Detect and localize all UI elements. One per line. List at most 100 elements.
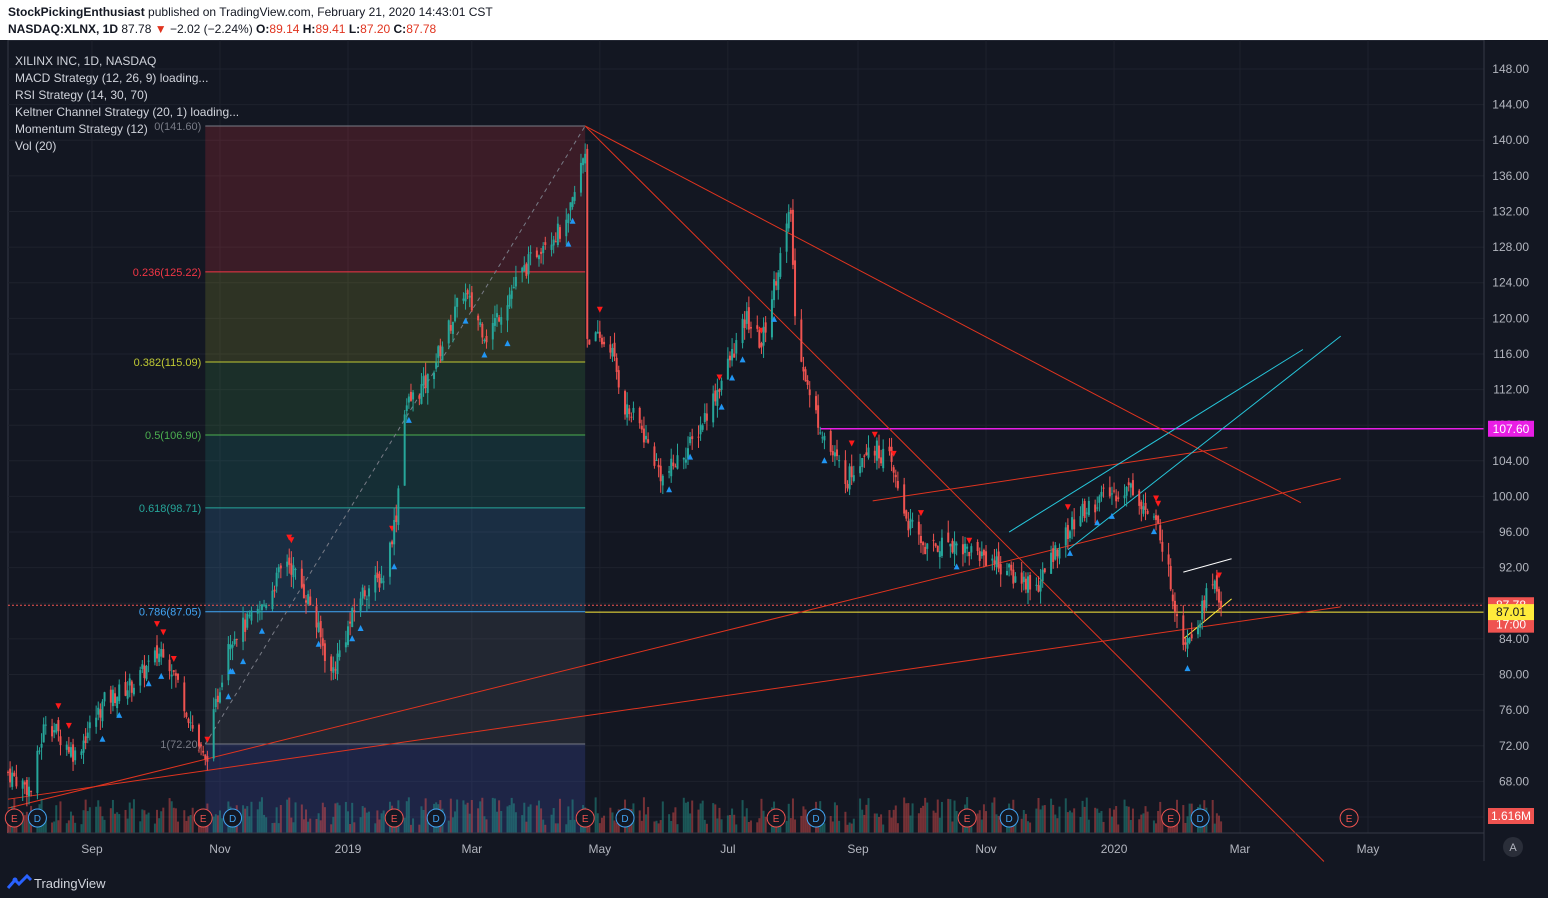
candle-body (1117, 497, 1120, 499)
candle-body (156, 645, 159, 659)
volume-bar (697, 809, 700, 833)
candle-body (993, 560, 996, 564)
volume-bar (141, 809, 144, 833)
candle-body (877, 445, 880, 459)
candle-body (861, 458, 864, 467)
author-name[interactable]: StockPickingEnthusiast (8, 5, 145, 19)
candle-body (265, 604, 268, 609)
candle-body (128, 678, 131, 686)
candle-body (647, 439, 650, 443)
volume-bar (116, 812, 119, 833)
volume-bar (844, 811, 847, 833)
candle-body (922, 542, 925, 546)
volume-bar (493, 798, 496, 833)
candle-body (896, 480, 899, 489)
candle-body (976, 542, 979, 552)
volume-bar (934, 812, 937, 833)
candle-body (374, 574, 377, 593)
volume-bar (1020, 818, 1023, 833)
volume-bar (1115, 806, 1118, 833)
candle-body (290, 563, 293, 575)
candle-body (676, 455, 679, 469)
event-marker-label: E (773, 814, 780, 825)
legend-volume[interactable]: Vol (20) (15, 138, 239, 155)
volume-bar (731, 808, 734, 833)
candle-body (1041, 569, 1044, 581)
candle-body (74, 750, 77, 761)
volume-bar (177, 821, 179, 833)
candle-body (552, 239, 555, 246)
candle-body (412, 392, 415, 400)
volume-bar (51, 822, 54, 833)
volume-bar (573, 819, 576, 833)
candle-body (540, 251, 543, 254)
candle-body (286, 561, 289, 567)
candle-body (479, 322, 482, 325)
volume-bar (1113, 809, 1116, 833)
candle-body (980, 551, 983, 557)
volume-bar (279, 805, 282, 833)
legend-macd[interactable]: MACD Strategy (12, 26, 9) loading... (15, 70, 239, 87)
volume-bar (867, 798, 870, 833)
volume-bar (59, 801, 62, 833)
candle-body (903, 484, 906, 514)
event-marker-label: E (1167, 814, 1174, 825)
candle-body (153, 650, 156, 663)
volume-bar (976, 813, 979, 833)
candle-body (1201, 600, 1204, 620)
volume-bar (214, 814, 217, 833)
candle-body (556, 223, 559, 246)
candle-body (642, 428, 645, 443)
volume-bar (760, 798, 763, 833)
candle-body (86, 732, 89, 739)
volume-bar (1073, 808, 1076, 833)
volume-bar (464, 804, 467, 833)
volume-bar (1037, 797, 1040, 833)
price-chart[interactable]: 0(141.60)0.236(125.22)0.382(115.09)0.5(1… (0, 40, 1548, 868)
candle-body (1054, 545, 1057, 560)
candle-body (1085, 512, 1088, 514)
volume-bar (743, 816, 746, 833)
low-value: 87.20 (360, 22, 391, 36)
price-tag-label: 87.01 (1496, 605, 1526, 619)
candle-body (565, 219, 568, 237)
candle-body (441, 346, 444, 361)
volume-bar (661, 801, 664, 833)
candle-body (170, 674, 173, 677)
legend-momentum[interactable]: Momentum Strategy (12) (15, 121, 239, 138)
volume-bar (1217, 815, 1220, 833)
candle-body (919, 535, 922, 544)
volume-bar (145, 814, 148, 833)
candle-body (1073, 519, 1076, 530)
candle-body (934, 543, 937, 547)
candle-body (1197, 627, 1199, 635)
volume-bar (980, 819, 983, 833)
candle-body (1079, 516, 1082, 527)
legend-keltner[interactable]: Keltner Channel Strategy (20, 1) loading… (15, 104, 239, 121)
legend-rsi[interactable]: RSI Strategy (14, 30, 70) (15, 87, 239, 104)
volume-bar (512, 803, 515, 833)
candle-body (806, 380, 809, 385)
event-marker-label: E (391, 814, 398, 825)
volume-bar (672, 812, 675, 833)
volume-bar (1079, 816, 1082, 833)
volume-bar (246, 806, 249, 833)
candle-body (859, 466, 862, 474)
candle-body (982, 549, 985, 556)
candle-body (300, 568, 303, 588)
volume-bar (319, 820, 322, 833)
candle-body (823, 435, 826, 441)
volume-bar (1058, 806, 1061, 833)
volume-bar (114, 813, 117, 833)
volume-bar (72, 815, 75, 833)
candle-body (714, 390, 717, 402)
tradingview-brand[interactable]: TradingView (34, 876, 106, 891)
volume-bar (720, 819, 723, 833)
tradingview-logo-icon[interactable] (5, 868, 35, 898)
candle-body (951, 540, 954, 553)
candle-body (143, 665, 146, 679)
volume-bar (802, 806, 805, 833)
candle-body (1161, 541, 1164, 552)
candle-body (1184, 642, 1187, 645)
volume-bar (55, 805, 58, 833)
